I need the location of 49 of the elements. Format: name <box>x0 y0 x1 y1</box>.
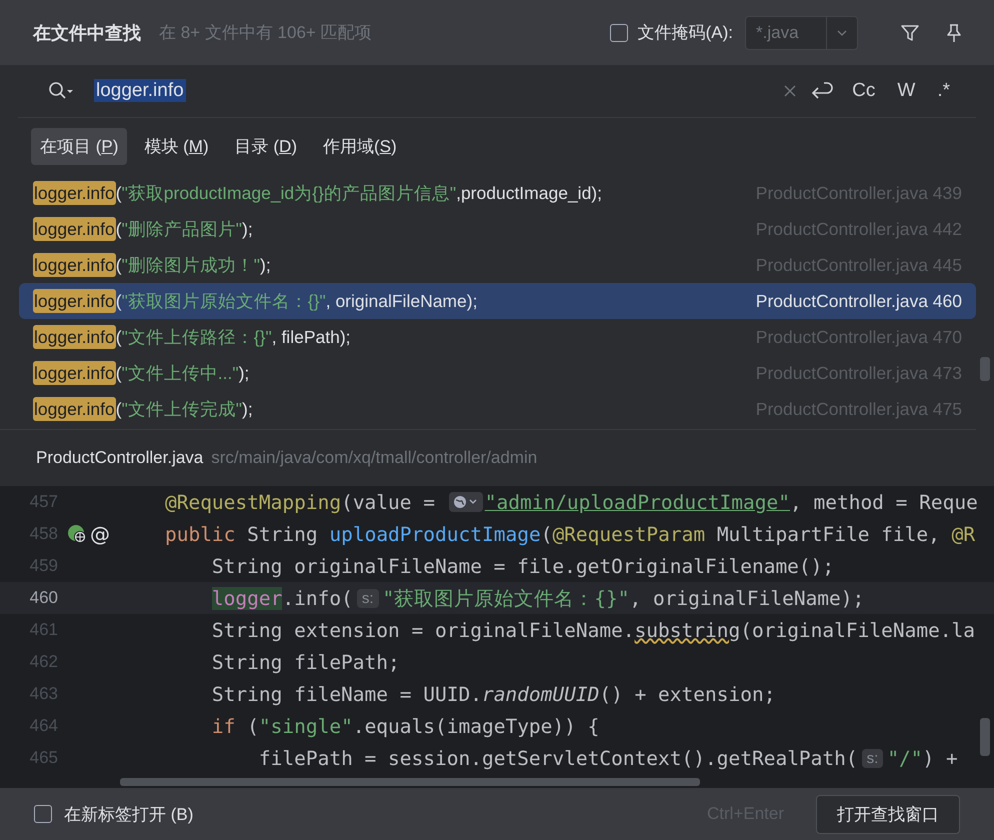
code-text: String extension = originalFileName.substring(originalFileName.la <box>210 618 976 642</box>
code-text: "admin/uploadProductImage", method = Reque <box>484 490 978 514</box>
scope-tab[interactable]: 作用域(S) <box>314 128 406 165</box>
filter-icon[interactable] <box>900 22 920 42</box>
clear-icon[interactable] <box>784 85 796 97</box>
code-text: public String uploadProductImage(@RequestParam MultipartFile file, @R <box>164 522 976 546</box>
open-find-window-button[interactable]: 打开查找窗口 <box>816 794 960 834</box>
code-text: String fileName = UUID.randomUUID() + extension; <box>210 682 776 706</box>
code-text: @RequestMapping(value = <box>164 490 436 514</box>
dialog-title: 在文件中查找 <box>33 22 141 44</box>
search-option[interactable]: .* <box>933 80 954 102</box>
result-code: logger.info("文件上传完成"); <box>33 397 254 421</box>
parameter-hint: s: <box>356 588 378 608</box>
result-code: logger.info("获取productImage_id为{}的产品图片信息",productImage_id); <box>33 181 603 205</box>
result-code: logger.info("删除产品图片"); <box>33 217 254 241</box>
code-text: logger.info( <box>210 586 353 610</box>
search-field[interactable]: logger.info <box>94 80 186 102</box>
file-mask-label: 文件掩码(A): <box>638 22 733 44</box>
new-tab-label: 在新标签打开 (B) <box>64 804 194 826</box>
result-code: logger.info("文件上传中..."); <box>33 361 250 385</box>
preview-file-name: ProductController.java <box>36 448 204 468</box>
scope-tab[interactable]: 模块 (M) <box>135 128 218 165</box>
preview-file-path: src/main/java/com/xq/tmall/controller/admin <box>211 448 538 468</box>
code-text: if ("single".equals(imageType)) { <box>210 714 600 738</box>
scope-tab[interactable]: 目录 (D) <box>226 128 306 165</box>
match-summary: 在 8+ 文件中有 106+ 匹配项 <box>159 22 372 44</box>
result-code: logger.info("获取图片原始文件名：{}", originalFileName); <box>33 289 478 313</box>
scope-tab[interactable]: 在项目 (P) <box>31 128 128 165</box>
code-text: filePath = session.getServletContext().getRealPath( <box>258 746 858 770</box>
search-icon[interactable] <box>48 81 74 101</box>
code-text: "获取图片原始文件名：{}", originalFileName); <box>382 586 864 612</box>
new-tab-checkbox[interactable] <box>34 805 52 823</box>
scrollbar-thumb[interactable] <box>120 778 700 786</box>
code-text: String originalFileName = file.getOriginalFilename(); <box>210 554 834 578</box>
result-row[interactable]: logger.info("获取图片原始文件名：{}", originalFileName); ProductController.java 460 <box>19 283 976 319</box>
code-text: "/") + <box>887 746 959 770</box>
search-option[interactable]: W <box>893 80 920 102</box>
scrollbar-thumb[interactable] <box>980 718 990 756</box>
line-number: 460 <box>28 588 58 608</box>
parameter-hint: s: <box>862 748 884 768</box>
code-text: String filePath; <box>210 650 400 674</box>
search-option[interactable]: Cc <box>848 80 880 102</box>
scrollbar-thumb[interactable] <box>980 357 990 381</box>
gutter-mark[interactable]: @ <box>90 522 110 546</box>
result-code: logger.info("删除图片成功！"); <box>33 253 272 277</box>
result-location: ProductController.java 460 <box>756 290 962 312</box>
globe-icon[interactable] <box>448 491 483 513</box>
file-mask-checkbox[interactable] <box>610 24 628 42</box>
result-code: logger.info("文件上传路径：{}", filePath); <box>33 325 352 349</box>
